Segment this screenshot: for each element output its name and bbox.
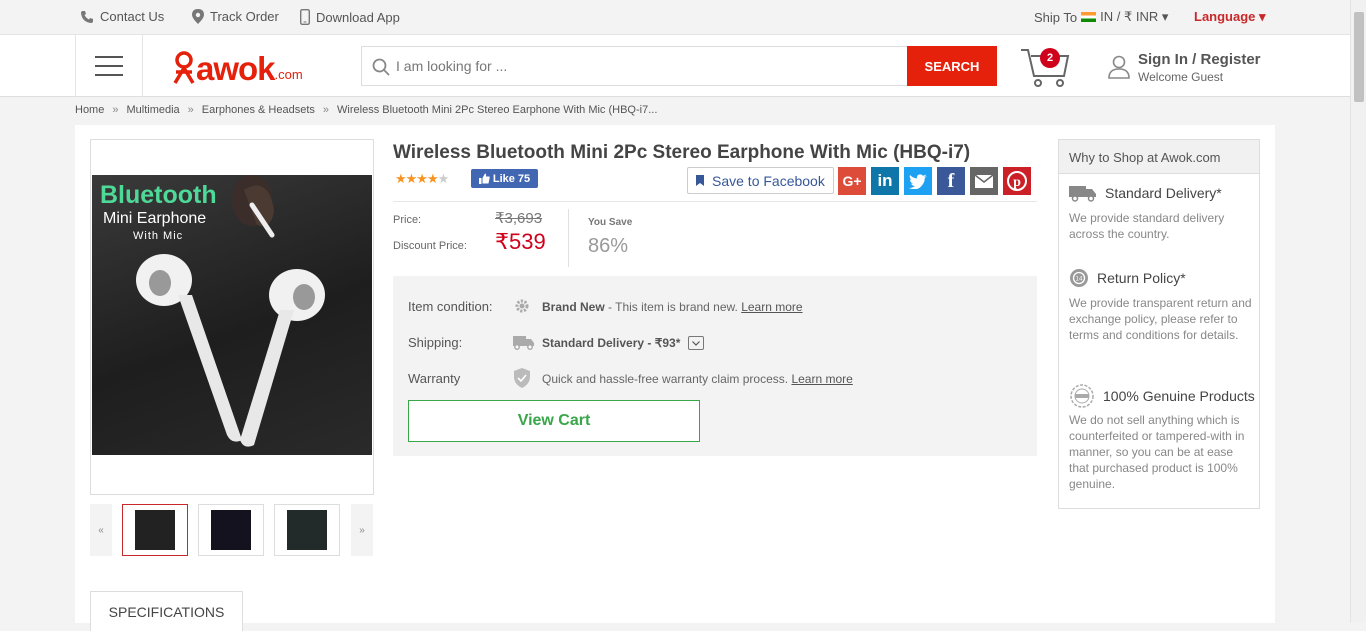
logo-person-icon [173, 51, 195, 84]
truck-icon [513, 336, 534, 350]
scrollbar-thumb[interactable] [1354, 12, 1364, 102]
phone-icon [81, 10, 93, 23]
google-plus-icon: G+ [842, 173, 862, 189]
search-button[interactable]: SEARCH [907, 46, 997, 86]
why-shop-panel: Why to Shop at Awok.com Standard Deliver… [1058, 139, 1260, 509]
shield-icon [514, 368, 530, 388]
why-item-desc: We provide transparent return and exchan… [1069, 296, 1252, 342]
breadcrumb-home[interactable]: Home [75, 104, 104, 116]
why-item-title: 100% Genuine Products [1069, 384, 1255, 408]
menu-button[interactable] [75, 35, 143, 97]
divider [393, 201, 1037, 202]
thumb-next-button[interactable]: » [351, 504, 373, 556]
discount-price-label: Discount Price: [393, 240, 467, 252]
mobile-icon [300, 9, 310, 25]
breadcrumb-multimedia[interactable]: Multimedia [126, 104, 179, 116]
search-input[interactable] [396, 47, 936, 85]
thumbnail-carousel: « » [90, 504, 374, 556]
breadcrumb-current: Wireless Bluetooth Mini 2Pc Stereo Earph… [337, 104, 658, 116]
genuine-badge-icon [1070, 384, 1094, 408]
cart-button[interactable]: 2 [1020, 42, 1070, 88]
product-image-frame[interactable]: Bluetooth Mini Earphone With Mic [90, 139, 374, 495]
why-item-title: 14 Return Policy* [1069, 268, 1186, 288]
cart-count-badge: 2 [1040, 48, 1060, 68]
search-icon [372, 58, 390, 76]
view-cart-button[interactable]: View Cart [408, 400, 700, 442]
bookmark-icon [696, 175, 704, 186]
why-item-desc: We provide standard delivery across the … [1069, 211, 1225, 241]
shipping-dropdown[interactable] [688, 336, 705, 350]
linkedin-share-button[interactable]: in [871, 167, 899, 195]
awok-logo[interactable]: awok .com [172, 49, 303, 85]
top-bar: Contact Us Track Order Download App Ship… [0, 0, 1350, 35]
twitter-share-button[interactable] [904, 167, 932, 195]
header: awok .com SEARCH 2 Sign In / Register We… [0, 35, 1350, 97]
truck-icon [1069, 186, 1096, 202]
divider [568, 209, 569, 267]
product-main: Bluetooth Mini Earphone With Mic « » Wir… [75, 125, 1275, 631]
you-save-label: You Save [588, 217, 633, 228]
location-pin-icon [192, 9, 204, 24]
pinterest-share-button[interactable]: p [1003, 167, 1031, 195]
email-share-button[interactable] [970, 167, 998, 195]
thumbnail[interactable] [198, 504, 264, 556]
ship-to-selector[interactable]: Ship To IN / ₹ INR ▾ [1034, 9, 1168, 25]
save-to-facebook-button[interactable]: Save to Facebook [687, 167, 834, 194]
thumbnail-image [287, 510, 327, 550]
warranty-label: Warranty [408, 371, 461, 386]
rating-stars: ★★★★★ [395, 171, 449, 186]
shipping-label: Shipping: [408, 335, 463, 350]
thumbs-up-icon [478, 173, 490, 184]
why-item-desc: We do not sell anything which is counter… [1069, 413, 1245, 491]
contact-us-link[interactable]: Contact Us [80, 9, 164, 24]
product-title: Wireless Bluetooth Mini 2Pc Stereo Earph… [393, 142, 971, 163]
learn-more-link[interactable]: Learn more [741, 300, 802, 314]
sign-in-register[interactable]: Sign In / Register Welcome Guest [1108, 51, 1268, 85]
search-bar: SEARCH [361, 46, 997, 86]
why-item-title: Standard Delivery* [1069, 184, 1222, 202]
why-shop-heading: Why to Shop at Awok.com [1059, 140, 1259, 174]
you-save-value: 86% [588, 235, 629, 257]
purchase-info-box: Item condition: Brand New - This item is… [393, 276, 1037, 456]
thumbnail-image [135, 510, 175, 550]
menu-icon [95, 56, 123, 58]
thumbnail[interactable] [274, 504, 340, 556]
tab-specifications[interactable]: SPECIFICATIONS [90, 591, 243, 631]
discount-price: ₹539 [495, 229, 546, 254]
svg-text:14: 14 [1076, 277, 1083, 283]
breadcrumb-earphones[interactable]: Earphones & Headsets [202, 104, 315, 116]
price-label: Price: [393, 214, 422, 226]
learn-more-link[interactable]: Learn more [791, 372, 852, 386]
svg-text:p: p [1013, 175, 1021, 190]
thumbnail[interactable] [122, 504, 188, 556]
email-icon [975, 174, 993, 188]
chevron-down-icon [692, 340, 701, 346]
shipping-value: Standard Delivery - ₹93* [542, 336, 705, 350]
india-flag-icon [1081, 12, 1097, 22]
linkedin-icon: in [877, 171, 893, 190]
breadcrumb: Home» Multimedia» Earphones & Headsets» … [75, 104, 658, 116]
facebook-share-button[interactable]: f [937, 167, 965, 195]
gear-icon [515, 299, 529, 313]
item-condition-label: Item condition: [408, 299, 493, 314]
original-price: ₹3,693 [495, 210, 543, 227]
item-condition-value: Brand New - This item is brand new. Lear… [542, 300, 803, 314]
twitter-icon [909, 173, 927, 189]
language-selector[interactable]: Language ▾ [1194, 9, 1266, 25]
earbuds-illustration [136, 175, 325, 447]
product-image[interactable]: Bluetooth Mini Earphone With Mic [92, 175, 372, 455]
warranty-value: Quick and hassle-free warranty claim pro… [542, 372, 853, 386]
thumbnail-image [211, 510, 251, 550]
facebook-like-button[interactable]: Like 75 [471, 169, 538, 188]
pinterest-icon: p [1007, 171, 1027, 191]
facebook-icon: f [947, 169, 955, 192]
return-policy-icon: 14 [1070, 269, 1088, 287]
google-plus-share-button[interactable]: G+ [838, 167, 866, 195]
scrollbar[interactable] [1350, 0, 1366, 623]
thumb-prev-button[interactable]: « [90, 504, 112, 556]
download-app-link[interactable]: Download App [300, 9, 400, 25]
track-order-link[interactable]: Track Order [192, 9, 279, 24]
user-icon [1108, 55, 1130, 79]
